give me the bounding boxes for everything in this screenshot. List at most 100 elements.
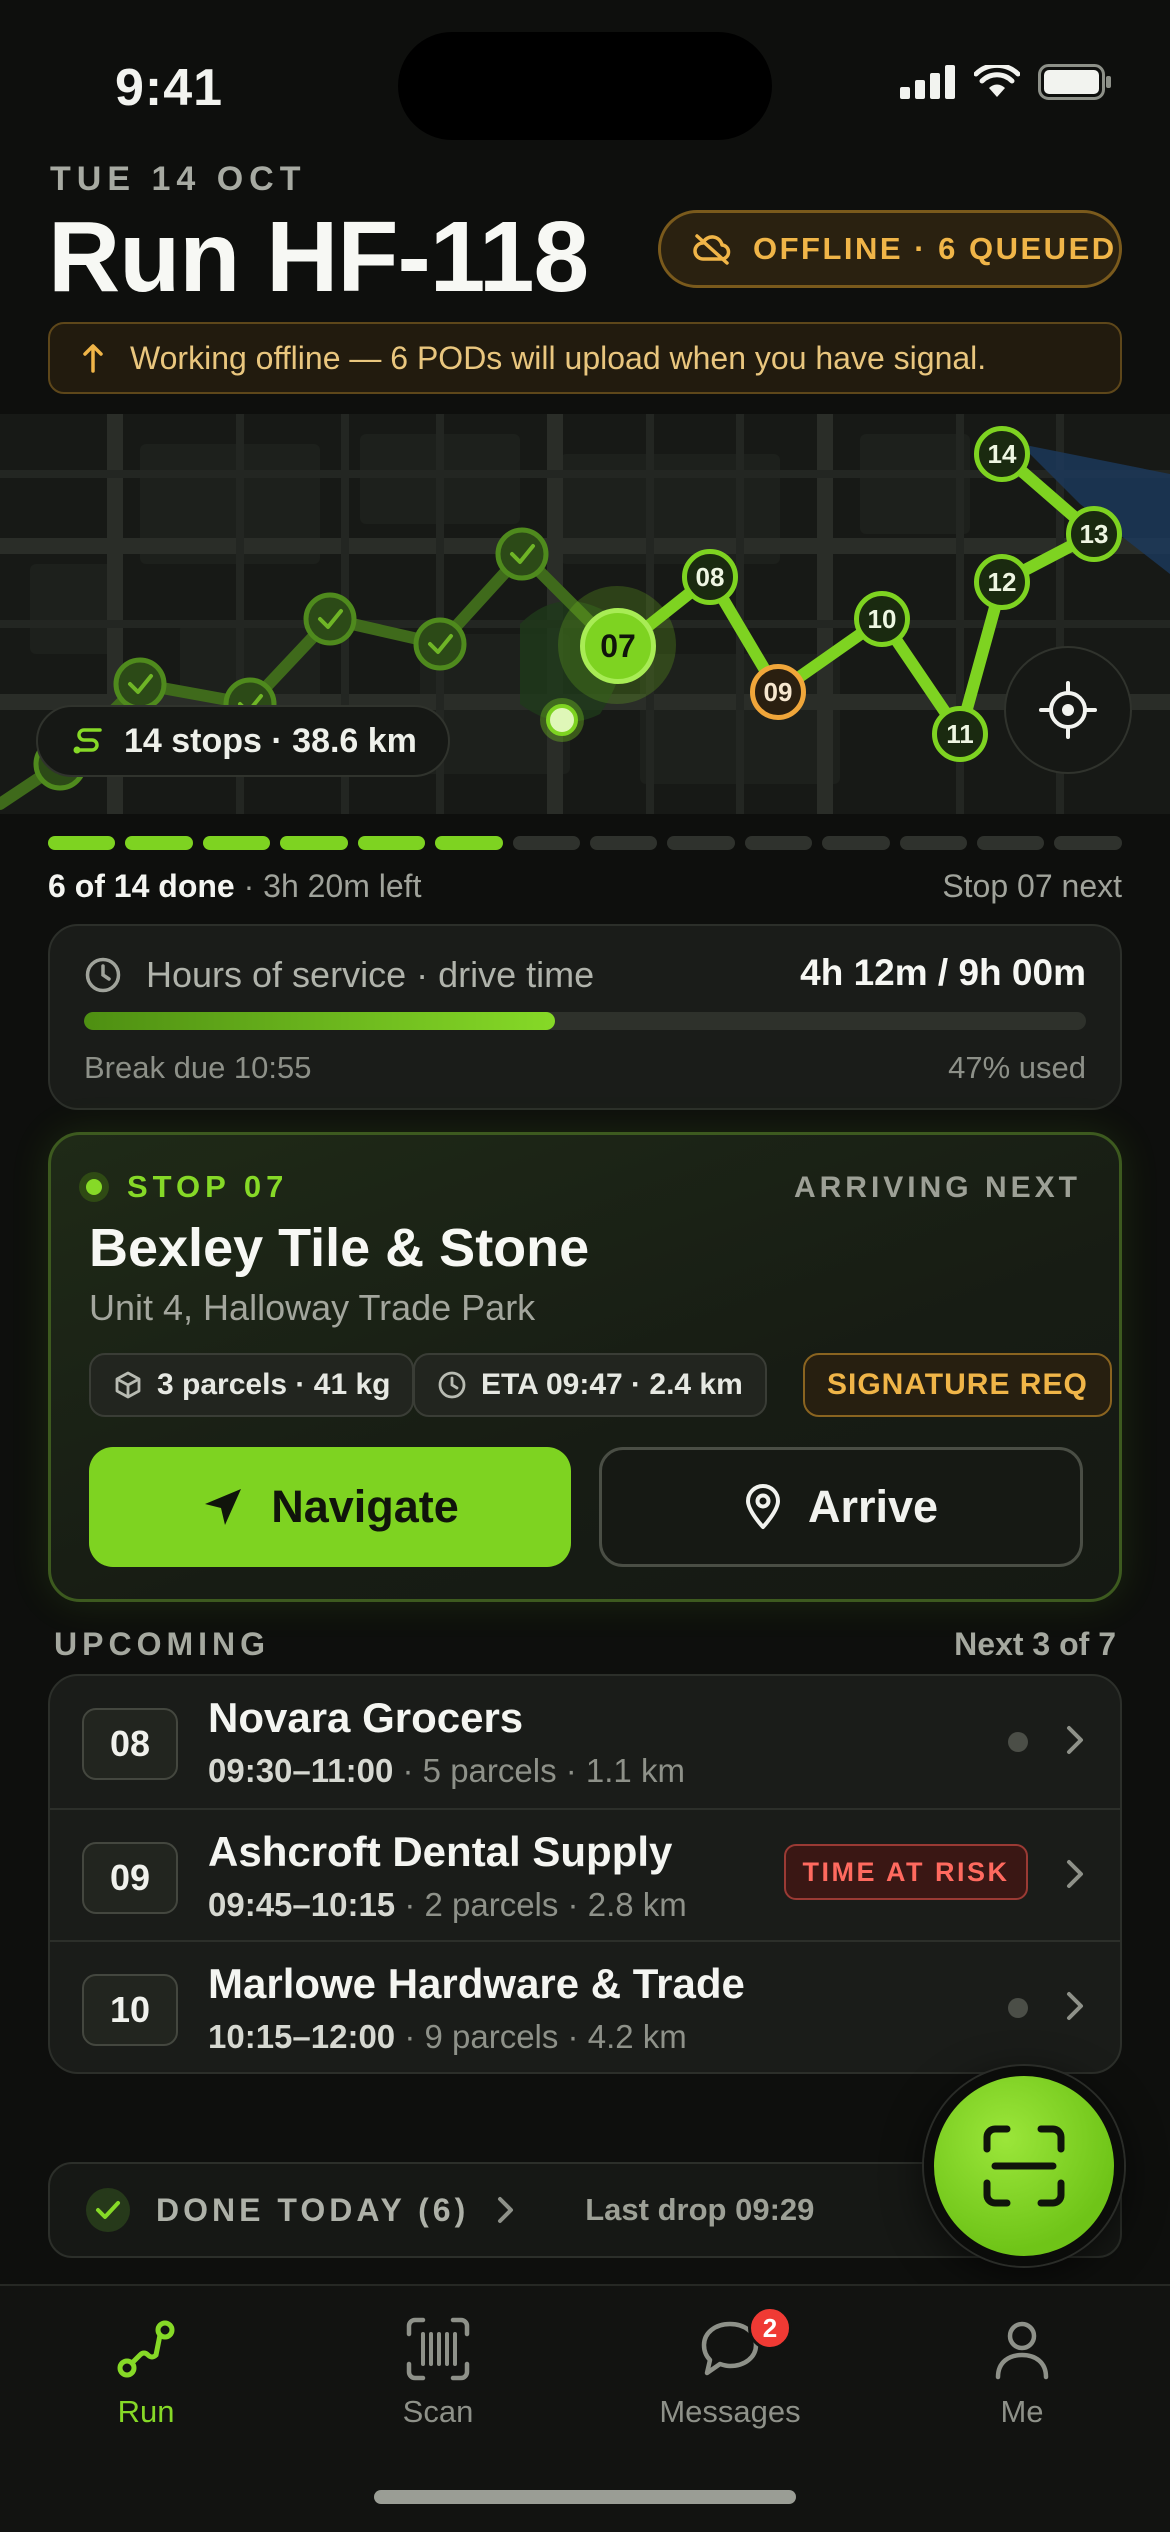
- live-dot-icon: [79, 1172, 109, 1202]
- chevron-right-icon: [1067, 1726, 1083, 1754]
- upcoming-meta-details: · 5 parcels · 1.1 km: [393, 1752, 685, 1789]
- hours-progress-fill: [84, 1012, 555, 1030]
- tab-me[interactable]: Me: [876, 2286, 1168, 2466]
- tab-run[interactable]: Run: [0, 2286, 292, 2466]
- navigate-label: Navigate: [271, 1481, 459, 1532]
- tab-label: Messages: [659, 2394, 801, 2429]
- tab-scan[interactable]: Scan: [292, 2286, 584, 2466]
- stop-number: 08: [82, 1708, 178, 1780]
- upcoming-stop-meta: 09:45–10:15 · 2 parcels · 2.8 km: [208, 1886, 687, 1924]
- upcoming-stop-meta: 09:30–11:00 · 5 parcels · 1.1 km: [208, 1752, 685, 1790]
- navigate-button[interactable]: Navigate: [89, 1447, 571, 1567]
- tab-label: Run: [117, 2394, 175, 2429]
- route-summary-text: 14 stops · 38.6 km: [124, 721, 417, 760]
- tab-label: Scan: [402, 2394, 474, 2429]
- map-marker-current[interactable]: 07: [580, 608, 656, 684]
- barcode-icon: [405, 2310, 471, 2388]
- route-icon: [73, 728, 102, 754]
- stop-label-row: STOP 07: [79, 1169, 288, 1205]
- offline-pill-label: OFFLINE · 6 QUEUED: [753, 231, 1117, 266]
- hours-of-service-card[interactable]: Hours of service · drive time 4h 12m / 9…: [48, 924, 1122, 1110]
- arrive-label: Arrive: [807, 1481, 939, 1532]
- route-icon: [114, 2310, 178, 2388]
- progress-done-label: 6 of 14 done: [48, 868, 235, 904]
- progress-segment: [48, 836, 116, 850]
- eta-chip: ETA 09:47 · 2.4 km: [413, 1353, 767, 1417]
- map-marker-10[interactable]: 10: [854, 591, 910, 647]
- parcels-chip-label: 3 parcels · 41 kg: [157, 1368, 391, 1401]
- person-icon: [992, 2310, 1052, 2388]
- upcoming-meta-details: · 9 parcels · 4.2 km: [395, 2018, 687, 2055]
- arrive-button[interactable]: Arrive: [599, 1447, 1083, 1567]
- chevron-right-icon: [1067, 1860, 1083, 1888]
- upcoming-meta-details: · 2 parcels · 2.8 km: [395, 1886, 687, 1923]
- delivery-window: 09:45–10:15: [208, 1886, 396, 1923]
- navigation-arrow-icon: [205, 1489, 242, 1525]
- hours-used: 47% used: [948, 1050, 1086, 1085]
- recenter-button[interactable]: [1004, 646, 1132, 774]
- map-marker-12[interactable]: 12: [974, 554, 1030, 610]
- tab-messages[interactable]: 2 Messages: [584, 2286, 876, 2466]
- check-icon: [86, 2188, 130, 2232]
- chat-icon: 2: [698, 2306, 792, 2388]
- progress-segment: [589, 836, 658, 850]
- eta-chip-label: ETA 09:47 · 2.4 km: [481, 1368, 743, 1401]
- status-dot-icon: [1008, 1732, 1028, 1752]
- package-icon: [115, 1371, 141, 1399]
- upcoming-row[interactable]: 08 Novara Grocers 09:30–11:00 · 5 parcel…: [50, 1676, 1120, 1808]
- offline-status-pill[interactable]: OFFLINE · 6 QUEUED: [658, 210, 1122, 288]
- map-marker-13[interactable]: 13: [1066, 506, 1122, 562]
- map-marker-current-label: 07: [600, 627, 636, 664]
- upcoming-stop-name: Ashcroft Dental Supply: [208, 1828, 673, 1875]
- hours-title: Hours of service · drive time: [146, 954, 595, 995]
- upcoming-title: UPCOMING: [54, 1626, 270, 1662]
- map-marker-label: 12: [987, 566, 1017, 597]
- progress-segment: [1054, 836, 1122, 850]
- stop-label: STOP 07: [127, 1169, 289, 1204]
- progress-segment: [744, 836, 813, 850]
- parcels-chip: 3 parcels · 41 kg: [89, 1353, 415, 1417]
- dynamic-island: [398, 32, 772, 140]
- upcoming-count: Next 3 of 7: [954, 1626, 1116, 1662]
- progress-segment: [899, 836, 968, 850]
- progress-segment: [280, 836, 348, 850]
- progress-segment: [125, 836, 193, 850]
- arrow-up-icon: [83, 344, 103, 373]
- home-indicator[interactable]: [374, 2490, 796, 2504]
- map-marker-09-at-risk[interactable]: 09: [750, 664, 806, 720]
- hours-value: 4h 12m / 9h 00m: [800, 952, 1086, 993]
- wifi-icon: [974, 65, 1020, 97]
- time-at-risk-badge: TIME AT RISK: [784, 1844, 1028, 1900]
- status-dot-icon: [1008, 1998, 1028, 2018]
- map-marker-label: 13: [1079, 518, 1109, 549]
- map-marker-label: 14: [987, 438, 1017, 469]
- upcoming-stop-name: Marlowe Hardware & Trade: [208, 1960, 745, 2007]
- clock-icon: [438, 1371, 466, 1399]
- upcoming-list: 08 Novara Grocers 09:30–11:00 · 5 parcel…: [48, 1674, 1122, 2074]
- upcoming-row[interactable]: 10 Marlowe Hardware & Trade 10:15–12:00 …: [50, 1940, 1120, 2072]
- signature-required-chip: SIGNATURE REQ: [803, 1353, 1112, 1417]
- page-title: Run HF-118: [48, 201, 589, 313]
- progress-summary: 6 of 14 done · 3h 20m left: [48, 868, 422, 904]
- chevron-right-icon: [1067, 1992, 1083, 2020]
- stop-status: ARRIVING NEXT: [793, 1171, 1081, 1204]
- map-marker-08[interactable]: 08: [682, 549, 738, 605]
- map-marker-14[interactable]: 14: [974, 426, 1030, 482]
- status-time: 9:41: [115, 59, 224, 117]
- upcoming-stop-name: Novara Grocers: [208, 1694, 524, 1741]
- tab-label: Me: [1000, 2394, 1044, 2429]
- map-pin-icon: [745, 1484, 780, 1529]
- progress-segment: [977, 836, 1045, 850]
- current-stop-card[interactable]: STOP 07 ARRIVING NEXT Bexley Tile & Ston…: [48, 1132, 1122, 1602]
- stop-name: Bexley Tile & Stone: [89, 1218, 590, 1278]
- upcoming-row[interactable]: 09 Ashcroft Dental Supply 09:45–10:15 · …: [50, 1808, 1120, 1940]
- map-marker-11[interactable]: 11: [932, 706, 988, 762]
- cellular-signal-icon: [900, 65, 955, 99]
- clock-icon: [85, 957, 121, 993]
- crosshair-icon: [1039, 681, 1097, 739]
- scan-fab-button[interactable]: [924, 2066, 1124, 2266]
- delivery-window: 09:30–11:00: [208, 1752, 394, 1789]
- route-summary-chip[interactable]: 14 stops · 38.6 km: [36, 705, 450, 777]
- scan-frame-icon: [983, 2125, 1065, 2207]
- stop-address: Unit 4, Halloway Trade Park: [89, 1287, 536, 1328]
